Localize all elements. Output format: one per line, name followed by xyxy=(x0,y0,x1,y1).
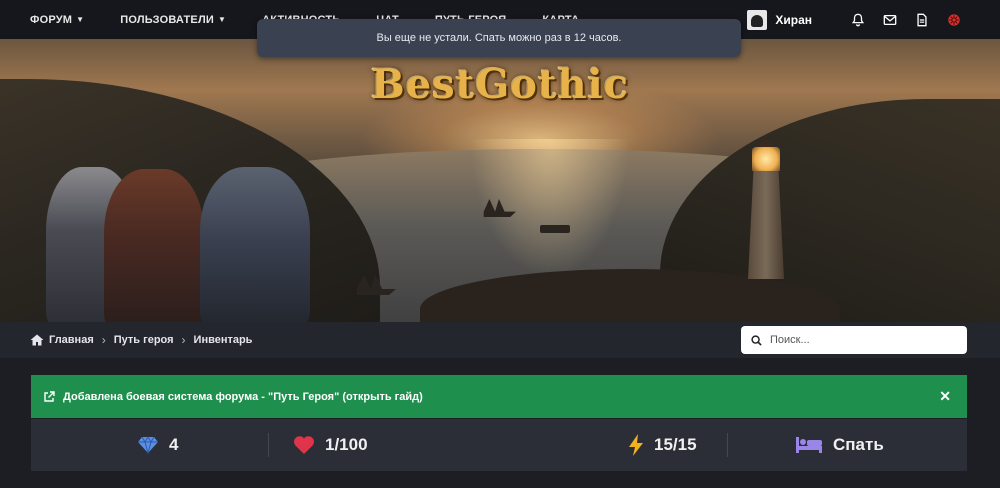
diamond-icon xyxy=(138,436,158,454)
sun-reflection xyxy=(470,139,630,279)
gems-value: 4 xyxy=(169,435,179,454)
sleep-button[interactable]: Спать xyxy=(795,419,884,471)
envelope-icon[interactable] xyxy=(882,12,898,28)
energy-stat: 15/15 xyxy=(628,419,697,471)
user-menu: Хиран xyxy=(747,0,962,39)
site-logo[interactable]: BestGothic xyxy=(360,53,640,115)
close-icon[interactable]: ✕ xyxy=(939,388,951,405)
heart-icon xyxy=(294,436,314,454)
chevron-down-icon: ▼ xyxy=(218,15,227,24)
breadcrumb-label: Инвентарь xyxy=(193,334,253,346)
breadcrumb-label: Путь героя xyxy=(113,334,174,346)
nav-item-users[interactable]: Пользователи ▼ xyxy=(120,14,226,26)
chevron-down-icon: ▼ xyxy=(76,15,85,24)
hero-rogue-center xyxy=(104,169,204,322)
announcement-banner: Добавлена боевая система форума - "Путь … xyxy=(31,375,967,418)
toast-message: Вы еще не устали. Спать можно раз в 12 ч… xyxy=(376,32,622,44)
sleep-label: Спать xyxy=(833,435,884,454)
breadcrumb-label: Главная xyxy=(49,334,94,346)
search-input[interactable] xyxy=(770,334,950,346)
energy-value: 15/15 xyxy=(654,435,697,454)
bed-icon xyxy=(796,437,822,453)
search-icon xyxy=(751,334,762,346)
logo-text: BestGothic xyxy=(370,60,630,108)
breadcrumb-bar: Главная › Путь героя › Инвентарь xyxy=(0,322,1000,358)
hero-knight-right xyxy=(200,167,310,322)
chevron-right-icon: › xyxy=(101,333,106,347)
ship xyxy=(540,225,570,233)
breadcrumb-inventory[interactable]: Инвентарь xyxy=(194,334,253,346)
bell-icon[interactable] xyxy=(850,12,866,28)
divider xyxy=(268,433,269,457)
nav-item-label: Форум xyxy=(30,13,73,26)
home-icon xyxy=(30,334,44,346)
divider xyxy=(727,433,728,457)
hero-stats-bar: 4 1/100 15/15 Спать xyxy=(31,419,967,471)
lightning-bolt-icon xyxy=(629,434,643,456)
avatar[interactable] xyxy=(747,9,768,30)
lighthouse xyxy=(740,139,792,279)
toast-notification: Вы еще не устали. Спать можно раз в 12 ч… xyxy=(257,19,741,57)
external-link-icon xyxy=(44,390,55,402)
chevron-right-icon: › xyxy=(181,333,186,347)
gems-stat: 4 xyxy=(137,419,178,471)
document-icon[interactable] xyxy=(914,12,930,28)
nav-item-forum[interactable]: Форум ▼ xyxy=(30,14,84,26)
breadcrumb-hero-path[interactable]: Путь героя xyxy=(114,334,174,346)
search-box xyxy=(741,326,967,354)
health-stat: 1/100 xyxy=(293,419,368,471)
user-name[interactable]: Хиран xyxy=(775,13,812,27)
announcement-link[interactable]: Добавлена боевая система форума - "Путь … xyxy=(63,391,423,403)
health-value: 1/100 xyxy=(325,435,368,454)
header-banner-image: BestGothic xyxy=(0,39,1000,322)
nav-item-label: Пользователи xyxy=(120,13,214,26)
breadcrumb-home[interactable]: Главная xyxy=(30,334,94,346)
settings-gear-icon[interactable] xyxy=(946,12,962,28)
